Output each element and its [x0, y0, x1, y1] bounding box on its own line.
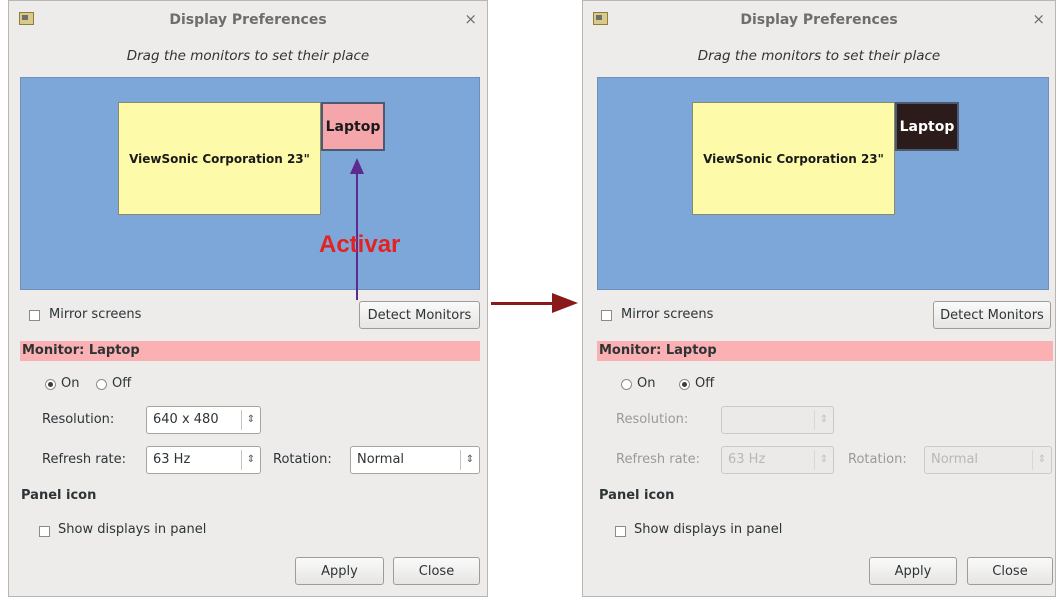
mirror-screens-label: Mirror screens	[49, 307, 142, 322]
on-label: On	[637, 376, 656, 391]
rotation-value: Normal	[357, 452, 405, 467]
off-label: Off	[112, 376, 132, 391]
monitor-laptop[interactable]: Laptop	[321, 102, 385, 151]
updown-icon: ⇕	[460, 450, 479, 470]
refresh-rate-value: 63 Hz	[728, 452, 766, 467]
monitor-viewsonic[interactable]: ViewSonic Corporation 23"	[118, 102, 321, 215]
panel-icon-heading: Panel icon	[21, 488, 97, 503]
rotation-combo[interactable]: Normal ⇕	[924, 446, 1052, 474]
refresh-rate-value: 63 Hz	[153, 452, 191, 467]
detect-monitors-button[interactable]: Detect Monitors	[933, 301, 1051, 329]
window-title: Display Preferences	[740, 12, 898, 28]
rotation-label: Rotation:	[848, 452, 907, 467]
show-displays-label: Show displays in panel	[634, 522, 783, 537]
resolution-combo[interactable]: ⇕	[721, 406, 834, 434]
updown-icon: ⇕	[1032, 450, 1051, 470]
close-button[interactable]: Close	[967, 557, 1053, 585]
monitor-viewsonic[interactable]: ViewSonic Corporation 23"	[692, 102, 895, 215]
monitor-section-header: Monitor: Laptop	[20, 341, 480, 361]
refresh-rate-combo[interactable]: 63 Hz ⇕	[146, 446, 261, 474]
close-button[interactable]: Close	[393, 557, 480, 585]
resolution-label: Resolution:	[616, 412, 689, 427]
annotation-activar: Activar	[319, 231, 401, 258]
annotation-arrow-head	[350, 158, 364, 174]
show-displays-checkbox[interactable]	[39, 526, 50, 537]
resolution-label: Resolution:	[42, 412, 115, 427]
on-radio[interactable]	[621, 379, 632, 390]
refresh-rate-label: Refresh rate:	[42, 452, 127, 467]
monitor-arrangement-area[interactable]: ViewSonic Corporation 23" Laptop Activar	[20, 77, 480, 300]
rotation-combo[interactable]: Normal ⇕	[350, 446, 480, 474]
close-icon[interactable]: ×	[1032, 10, 1045, 28]
detect-monitors-button[interactable]: Detect Monitors	[359, 301, 480, 329]
on-radio[interactable]	[45, 379, 56, 390]
drag-hint: Drag the monitors to set their place	[697, 48, 941, 64]
monitor-section-header: Monitor: Laptop	[597, 341, 1053, 361]
show-displays-checkbox[interactable]	[615, 526, 626, 537]
titlebar: Display Preferences ×	[9, 1, 487, 39]
rotation-value: Normal	[931, 452, 979, 467]
monitor-laptop[interactable]: Laptop	[895, 102, 959, 151]
close-icon[interactable]: ×	[464, 10, 477, 28]
on-label: On	[61, 376, 80, 391]
panel-icon-heading: Panel icon	[599, 488, 675, 503]
off-radio[interactable]	[96, 379, 107, 390]
monitor-arrangement-area[interactable]: ViewSonic Corporation 23" Laptop	[597, 77, 1049, 290]
titlebar: Display Preferences ×	[583, 1, 1055, 39]
updown-icon: ⇕	[241, 450, 260, 470]
updown-icon: ⇕	[241, 410, 260, 430]
updown-icon: ⇕	[814, 450, 833, 470]
drag-hint: Drag the monitors to set their place	[126, 48, 370, 64]
off-label: Off	[695, 376, 715, 391]
resolution-combo[interactable]: 640 x 480 ⇕	[146, 406, 261, 434]
mirror-screens-checkbox[interactable]	[601, 310, 612, 321]
updown-icon: ⇕	[814, 410, 833, 430]
apply-button[interactable]: Apply	[869, 557, 957, 585]
refresh-rate-label: Refresh rate:	[616, 452, 701, 467]
display-preferences-window-right: Display Preferences × Drag the monitors …	[582, 0, 1056, 597]
transition-arrow-head	[552, 293, 578, 313]
show-displays-label: Show displays in panel	[58, 522, 207, 537]
display-preferences-window-left: Display Preferences × Drag the monitors …	[8, 0, 488, 597]
resolution-value: 640 x 480	[153, 412, 219, 427]
apply-button[interactable]: Apply	[295, 557, 384, 585]
rotation-label: Rotation:	[273, 452, 332, 467]
mirror-screens-label: Mirror screens	[621, 307, 714, 322]
transition-arrow-shaft	[491, 302, 555, 305]
off-radio[interactable]	[679, 379, 690, 390]
refresh-rate-combo[interactable]: 63 Hz ⇕	[721, 446, 834, 474]
mirror-screens-checkbox[interactable]	[29, 310, 40, 321]
window-title: Display Preferences	[169, 12, 327, 28]
